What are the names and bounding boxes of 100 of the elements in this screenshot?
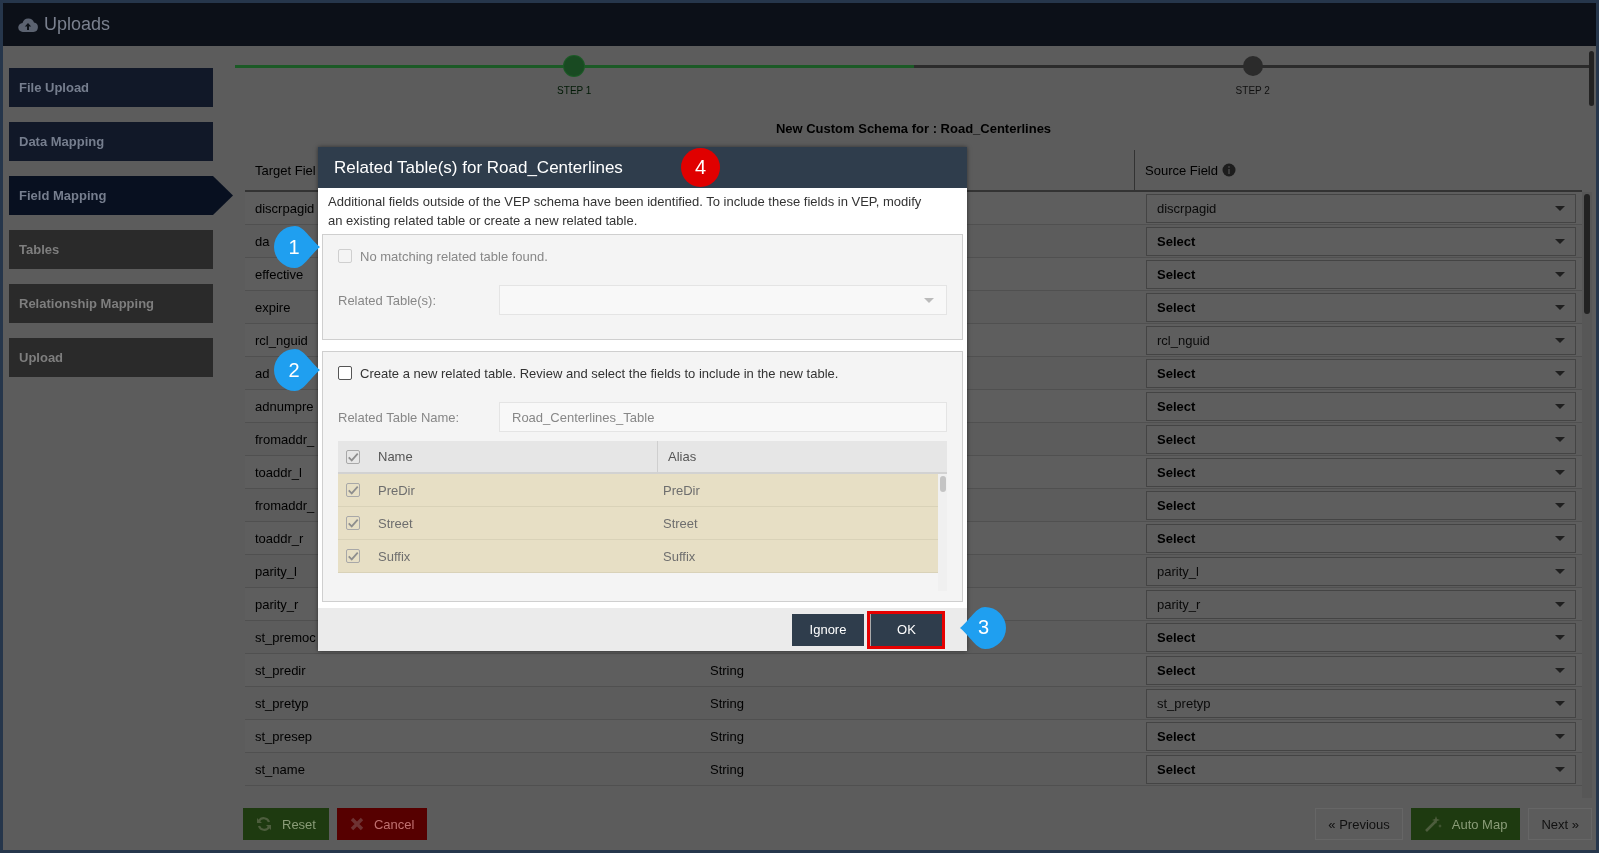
table-cell: Street: [663, 515, 698, 531]
source-dropdown[interactable]: Select: [1146, 457, 1576, 487]
table-cell: st_predir: [255, 662, 306, 678]
caret-icon: [1555, 304, 1565, 310]
table-cell: fromaddr_: [255, 431, 315, 447]
table-cell: Suffix: [663, 548, 696, 564]
caret-icon: [1555, 601, 1565, 607]
table-name-field[interactable]: Road_Centerlines_Table: [499, 402, 947, 432]
step-label: STEP 2: [1235, 85, 1270, 96]
caret-icon: [1555, 370, 1565, 376]
callout-marker: 1: [274, 225, 320, 269]
scrollbar-thumb[interactable]: [1584, 194, 1590, 314]
caret-icon: [1555, 205, 1565, 211]
caret-icon: [1555, 502, 1565, 508]
source-dropdown[interactable]: Select: [1146, 523, 1576, 553]
sidebar-item[interactable]: File Upload: [9, 68, 213, 107]
checkbox[interactable]: [346, 549, 360, 563]
automap-button[interactable]: Auto Map: [1410, 808, 1521, 840]
caret-icon: [924, 297, 934, 303]
checkbox[interactable]: [346, 516, 360, 530]
nav-button[interactable]: Next »: [1528, 808, 1592, 840]
step-label: STEP 1: [557, 85, 592, 96]
source-dropdown[interactable]: Select: [1146, 424, 1576, 454]
table-cell: st_presep: [255, 728, 313, 744]
source-dropdown[interactable]: st_pretyp: [1146, 688, 1576, 718]
source-dropdown[interactable]: parity_l: [1146, 556, 1576, 586]
source-dropdown[interactable]: Select: [1146, 490, 1576, 520]
table-cell: st_premoc: [255, 629, 316, 645]
source-dropdown[interactable]: Select: [1146, 721, 1576, 751]
callout-marker: 2: [274, 348, 320, 392]
caret-icon: [1555, 337, 1565, 343]
source-dropdown[interactable]: Select: [1146, 292, 1576, 322]
checkbox[interactable]: [346, 483, 360, 497]
step-dot[interactable]: [1242, 56, 1263, 76]
table-cell: String: [710, 662, 744, 678]
dialog-button[interactable]: OK: [870, 613, 942, 646]
checkbox[interactable]: [346, 449, 360, 464]
source-dropdown[interactable]: rcl_nguid: [1146, 325, 1576, 355]
checkbox[interactable]: [338, 366, 352, 380]
caret-icon: [1555, 403, 1565, 409]
table-cell: expire: [255, 299, 291, 315]
cloud-upload-icon: [18, 16, 38, 33]
column-header: Target Fiel: [255, 162, 316, 178]
checkbox-label: Create a new related table. Review and select the fields to include in the new table.: [360, 365, 839, 381]
nav-button[interactable]: « Previous: [1315, 808, 1403, 840]
table-cell: discrpagid: [255, 200, 315, 216]
caret-icon: [1555, 535, 1565, 541]
close-icon: [349, 817, 364, 831]
table-cell: toaddr_r: [255, 530, 304, 546]
dialog-message: Additional fields outside of the VEP schema have been identified. To include these fields in VEP, modify an existing related table or create a new related table.: [328, 193, 923, 230]
scrollbar-thumb[interactable]: [939, 476, 946, 492]
table-cell: PreDir: [378, 482, 415, 498]
sidebar-item[interactable]: Data Mapping: [9, 122, 213, 161]
caret-icon: [1555, 766, 1565, 772]
checkbox-label: No matching related table found.: [360, 248, 548, 264]
source-dropdown[interactable]: Select: [1146, 226, 1576, 256]
source-dropdown[interactable]: discrpagid: [1146, 193, 1576, 223]
source-dropdown[interactable]: Select: [1146, 655, 1576, 685]
table-cell: da: [255, 233, 270, 249]
field-label: Related Table(s):: [338, 292, 438, 308]
table-cell: ad: [255, 365, 270, 381]
caret-icon: [1555, 700, 1565, 706]
field-label: Related Table Name:: [338, 409, 461, 425]
source-dropdown[interactable]: Select: [1146, 358, 1576, 388]
table-cell: PreDir: [663, 482, 700, 498]
table-cell: toaddr_l: [255, 464, 302, 480]
source-dropdown[interactable]: parity_r: [1146, 589, 1576, 619]
refresh-icon: [256, 816, 272, 832]
table-cell: st_name: [255, 761, 305, 777]
table-cell: fromaddr_: [255, 497, 315, 513]
table-cell: String: [710, 695, 744, 711]
page-title: Uploads: [44, 14, 111, 35]
info-icon: [1222, 163, 1236, 177]
column-header: Name: [378, 449, 413, 464]
column-header: Alias: [668, 449, 697, 464]
caret-icon: [1555, 733, 1565, 739]
callout-marker: 4: [681, 148, 720, 187]
caret-icon: [1555, 436, 1565, 442]
table-cell: parity_r: [255, 596, 299, 612]
table-cell: st_pretyp: [255, 695, 309, 711]
dialog-title: Related Table(s) for Road_Centerlines: [334, 157, 623, 178]
cancel-button[interactable]: Cancel: [336, 808, 428, 840]
source-dropdown[interactable]: Select: [1146, 754, 1576, 784]
reset-button[interactable]: Reset: [243, 808, 329, 840]
scrollbar-thumb[interactable]: [1589, 51, 1594, 106]
source-dropdown[interactable]: Select: [1146, 259, 1576, 289]
source-dropdown[interactable]: Select: [1146, 622, 1576, 652]
magic-wand-icon: [1423, 815, 1442, 833]
sidebar-item[interactable]: Field Mapping: [9, 176, 233, 215]
dialog-button[interactable]: Ignore: [792, 613, 864, 646]
caret-icon: [1555, 634, 1565, 640]
table-cell: String: [710, 728, 744, 744]
callout-marker: 3: [960, 605, 1006, 650]
schema-title: New Custom Schema for : Road_Centerlines: [775, 120, 1052, 136]
source-dropdown[interactable]: Select: [1146, 391, 1576, 421]
caret-icon: [1555, 469, 1565, 475]
table-cell: parity_l: [255, 563, 297, 579]
related-table-dropdown[interactable]: [499, 285, 947, 315]
caret-icon: [1555, 271, 1565, 277]
step-dot[interactable]: [564, 56, 585, 76]
